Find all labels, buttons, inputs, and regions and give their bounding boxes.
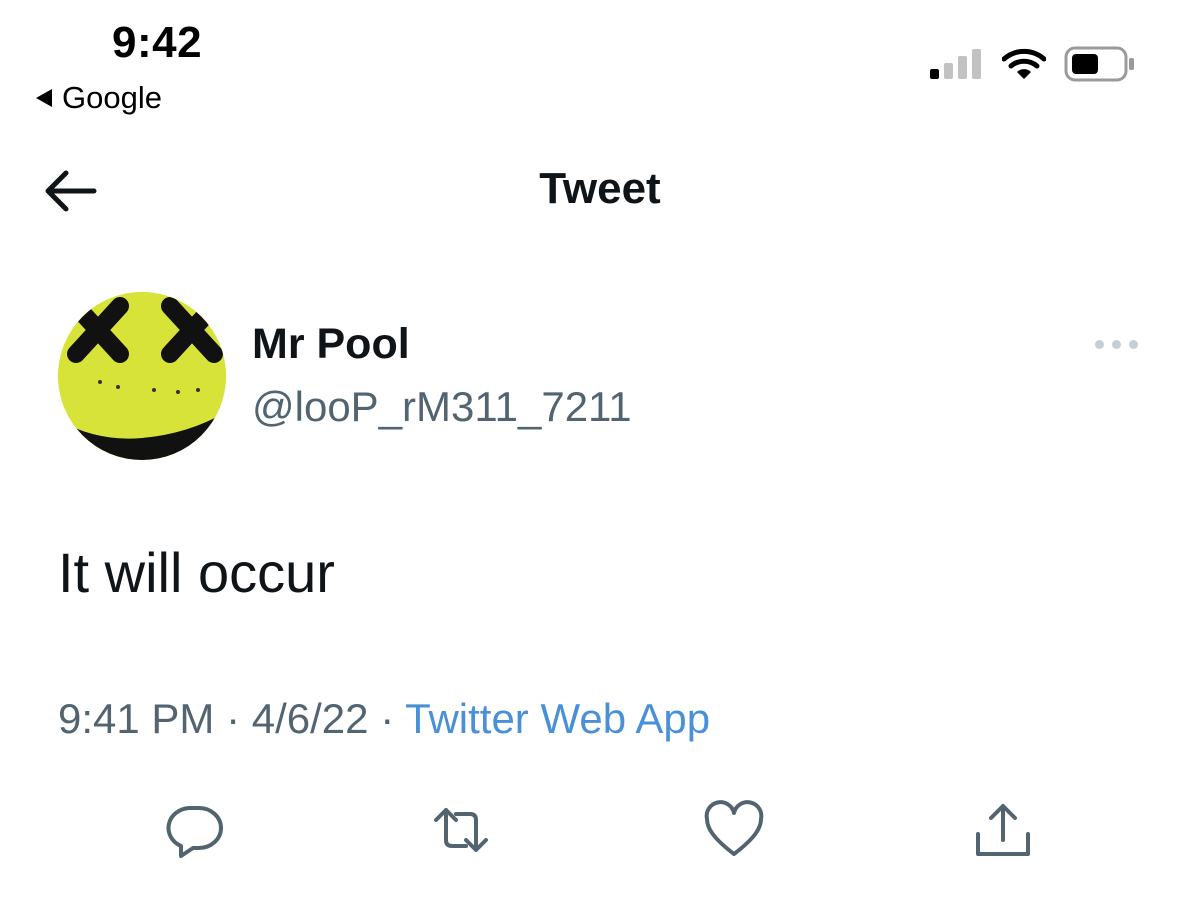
wifi-icon <box>1002 48 1046 79</box>
meta-separator: · <box>368 695 406 742</box>
author-handle[interactable]: @looP_rM311_7211 <box>252 383 632 431</box>
retweet-icon[interactable] <box>430 800 492 860</box>
back-to-app-label: Google <box>62 80 162 115</box>
avatar[interactable] <box>58 292 226 460</box>
author-name[interactable]: Mr Pool <box>252 320 410 369</box>
tweet-source-link[interactable]: Twitter Web App <box>405 695 710 742</box>
back-triangle-icon <box>36 89 52 107</box>
share-icon[interactable] <box>972 800 1034 860</box>
more-dot <box>1112 340 1121 349</box>
status-indicators <box>930 46 1136 82</box>
tweet-actions <box>0 800 1200 860</box>
reply-icon[interactable] <box>163 800 225 860</box>
battery-icon <box>1064 46 1134 82</box>
tweet-time: 9:41 PM <box>58 695 215 742</box>
tweet-text: It will occur <box>58 541 335 604</box>
more-dot <box>1095 340 1104 349</box>
status-time: 9:42 <box>112 18 203 67</box>
heart-icon[interactable] <box>703 800 765 860</box>
tweet-screen: 9:42 Google Tweet Mr Pool @looP_rM311_72… <box>0 0 1200 922</box>
more-dot <box>1129 340 1138 349</box>
tweet-metadata: 9:41 PM · 4/6/22 · Twitter Web App <box>58 695 710 743</box>
back-to-app-link[interactable]: Google <box>36 80 162 116</box>
tweet-date: 4/6/22 <box>251 695 369 742</box>
meta-separator: · <box>214 695 252 742</box>
cellular-signal-icon <box>930 49 981 79</box>
page-title: Tweet <box>539 164 661 213</box>
more-options-icon[interactable] <box>1095 340 1138 349</box>
avatar-image <box>58 292 226 460</box>
